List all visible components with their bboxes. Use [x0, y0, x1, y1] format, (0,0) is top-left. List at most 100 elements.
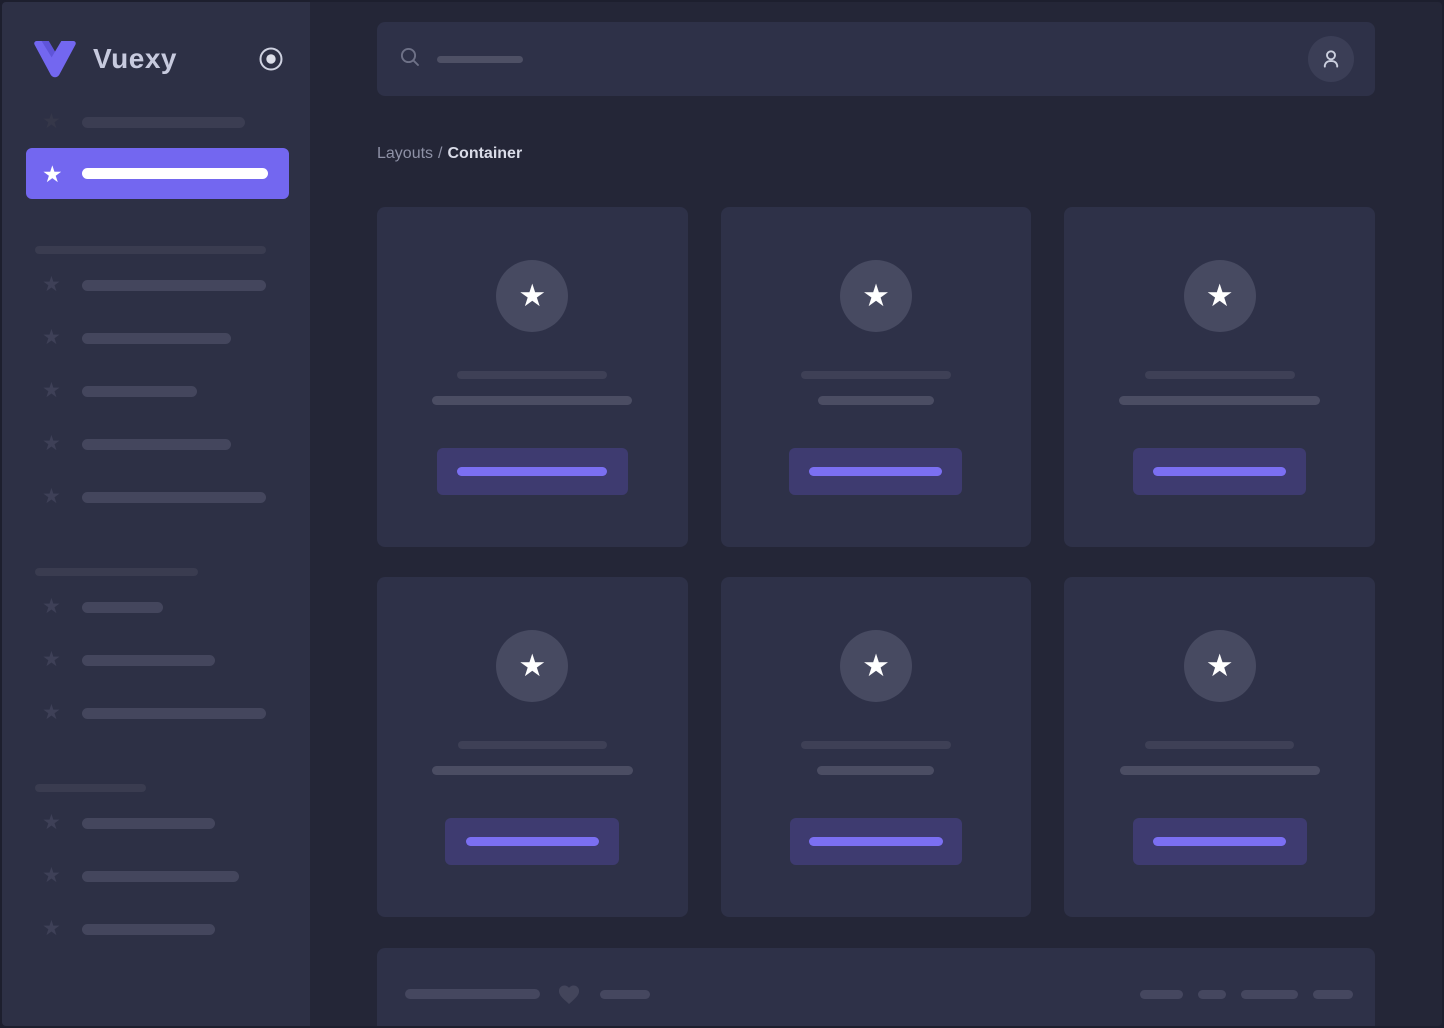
user-avatar[interactable]	[1308, 36, 1354, 82]
star-icon: ★	[42, 326, 61, 349]
card-button[interactable]	[436, 448, 628, 495]
star-icon: ★	[42, 864, 61, 887]
footer-links	[1140, 989, 1353, 999]
card-button[interactable]	[1132, 818, 1307, 865]
sidebar-item[interactable]: ★	[2, 701, 310, 725]
footer-bar-2	[600, 989, 650, 999]
card-button[interactable]	[445, 818, 620, 865]
sidebar-item[interactable]: ★	[2, 379, 310, 403]
card-avatar: ★	[839, 260, 912, 332]
card-subtitle-placeholder	[1119, 766, 1320, 775]
menu-label-placeholder	[82, 601, 163, 613]
menu-section-header-placeholder	[35, 784, 146, 792]
star-icon: ★	[42, 917, 61, 940]
cards-grid: ★ ★ ★ ★ ★ ★	[377, 207, 1375, 917]
sidebar-logo-row: Vuexy	[32, 38, 284, 80]
sidebar: Vuexy ★ ★ ★ ★ ★ ★ ★ ★ ★ ★ ★ ★ ★	[2, 2, 310, 1026]
sidebar-item[interactable]: ★	[2, 432, 310, 456]
feature-card: ★	[720, 207, 1032, 547]
menu-label-placeholder	[82, 279, 266, 291]
menu-label-placeholder	[82, 817, 215, 829]
button-label-placeholder	[808, 837, 943, 846]
star-icon: ★	[42, 648, 61, 671]
feature-card: ★	[377, 577, 688, 917]
card-title-placeholder	[457, 371, 608, 379]
star-icon: ★	[42, 160, 63, 187]
star-icon: ★	[1205, 647, 1234, 683]
sidebar-item[interactable]: ★	[2, 273, 310, 297]
star-icon: ★	[862, 647, 890, 683]
breadcrumb: Layouts / Container	[377, 144, 1375, 164]
button-label-placeholder	[465, 837, 599, 846]
star-icon: ★	[42, 485, 61, 508]
sidebar-item[interactable]: ★	[2, 811, 310, 835]
sidebar-menu: ★ ★ ★ ★ ★ ★ ★ ★ ★ ★ ★ ★ ★	[2, 110, 310, 1000]
footer-bar-1	[405, 989, 540, 999]
card-button[interactable]	[789, 818, 962, 865]
feature-card: ★	[1064, 577, 1375, 917]
star-icon: ★	[42, 110, 61, 133]
brand-title: Vuexy	[93, 43, 177, 74]
search-bar[interactable]	[377, 22, 1375, 96]
menu-label-placeholder	[82, 168, 268, 179]
card-title-placeholder	[1144, 371, 1295, 379]
button-label-placeholder	[1153, 467, 1287, 476]
card-avatar: ★	[1183, 260, 1256, 332]
menu-label-placeholder	[82, 870, 239, 882]
menu-label-placeholder	[82, 654, 215, 666]
menu-section-header-placeholder	[35, 568, 198, 576]
card-subtitle-placeholder	[1119, 396, 1321, 405]
sidebar-item[interactable]: ★	[2, 110, 310, 134]
card-title-placeholder	[800, 741, 951, 749]
feature-card: ★	[1064, 207, 1375, 547]
heart-icon	[556, 981, 582, 1007]
card-subtitle-placeholder	[431, 766, 633, 775]
footer-link-placeholder	[1313, 989, 1353, 999]
star-icon: ★	[862, 277, 890, 313]
menu-label-placeholder	[82, 491, 266, 503]
card-subtitle-placeholder	[432, 396, 633, 405]
star-icon: ★	[1205, 277, 1234, 313]
feature-card: ★	[720, 577, 1032, 917]
sidebar-item-active[interactable]: ★	[26, 148, 289, 199]
card-subtitle-placeholder	[817, 766, 935, 775]
star-icon: ★	[42, 701, 61, 724]
sidebar-item[interactable]: ★	[2, 648, 310, 672]
sidebar-item[interactable]: ★	[2, 917, 310, 941]
button-label-placeholder	[809, 467, 943, 476]
search-placeholder	[437, 55, 523, 63]
feature-card: ★	[377, 207, 688, 547]
star-icon: ★	[518, 277, 547, 313]
sidebar-item[interactable]: ★	[2, 864, 310, 888]
star-icon: ★	[42, 595, 61, 618]
card-avatar: ★	[839, 630, 912, 702]
card-subtitle-placeholder	[817, 396, 934, 405]
card-avatar: ★	[496, 260, 569, 332]
breadcrumb-current: Container	[447, 145, 523, 162]
breadcrumb-parent[interactable]: Layouts	[377, 145, 433, 162]
footer-link-placeholder	[1241, 989, 1298, 999]
sidebar-item[interactable]: ★	[2, 485, 310, 509]
card-title-placeholder	[800, 371, 951, 379]
star-icon: ★	[42, 273, 61, 296]
app-window: Vuexy ★ ★ ★ ★ ★ ★ ★ ★ ★ ★ ★ ★ ★ Layouts …	[0, 0, 1444, 1028]
card-avatar: ★	[496, 630, 569, 702]
main-content: Layouts / Container ★ ★ ★ ★ ★ ★	[310, 2, 1442, 1026]
sidebar-item[interactable]: ★	[2, 595, 310, 619]
card-button[interactable]	[789, 448, 963, 495]
footer-link-placeholder	[1198, 989, 1226, 999]
vuexy-v-logo-icon	[32, 39, 78, 79]
menu-label-placeholder	[82, 116, 245, 128]
menu-section-header-placeholder	[35, 246, 266, 254]
sidebar-item[interactable]: ★	[2, 326, 310, 350]
menu-label-placeholder	[82, 385, 197, 397]
radio-circle-icon[interactable]	[258, 46, 284, 72]
button-label-placeholder	[457, 467, 608, 476]
user-icon	[1323, 50, 1339, 68]
menu-label-placeholder	[82, 923, 215, 935]
card-button[interactable]	[1133, 448, 1307, 495]
star-icon: ★	[42, 432, 61, 455]
menu-label-placeholder	[82, 438, 231, 450]
star-icon: ★	[518, 647, 547, 683]
menu-label-placeholder	[82, 707, 266, 719]
